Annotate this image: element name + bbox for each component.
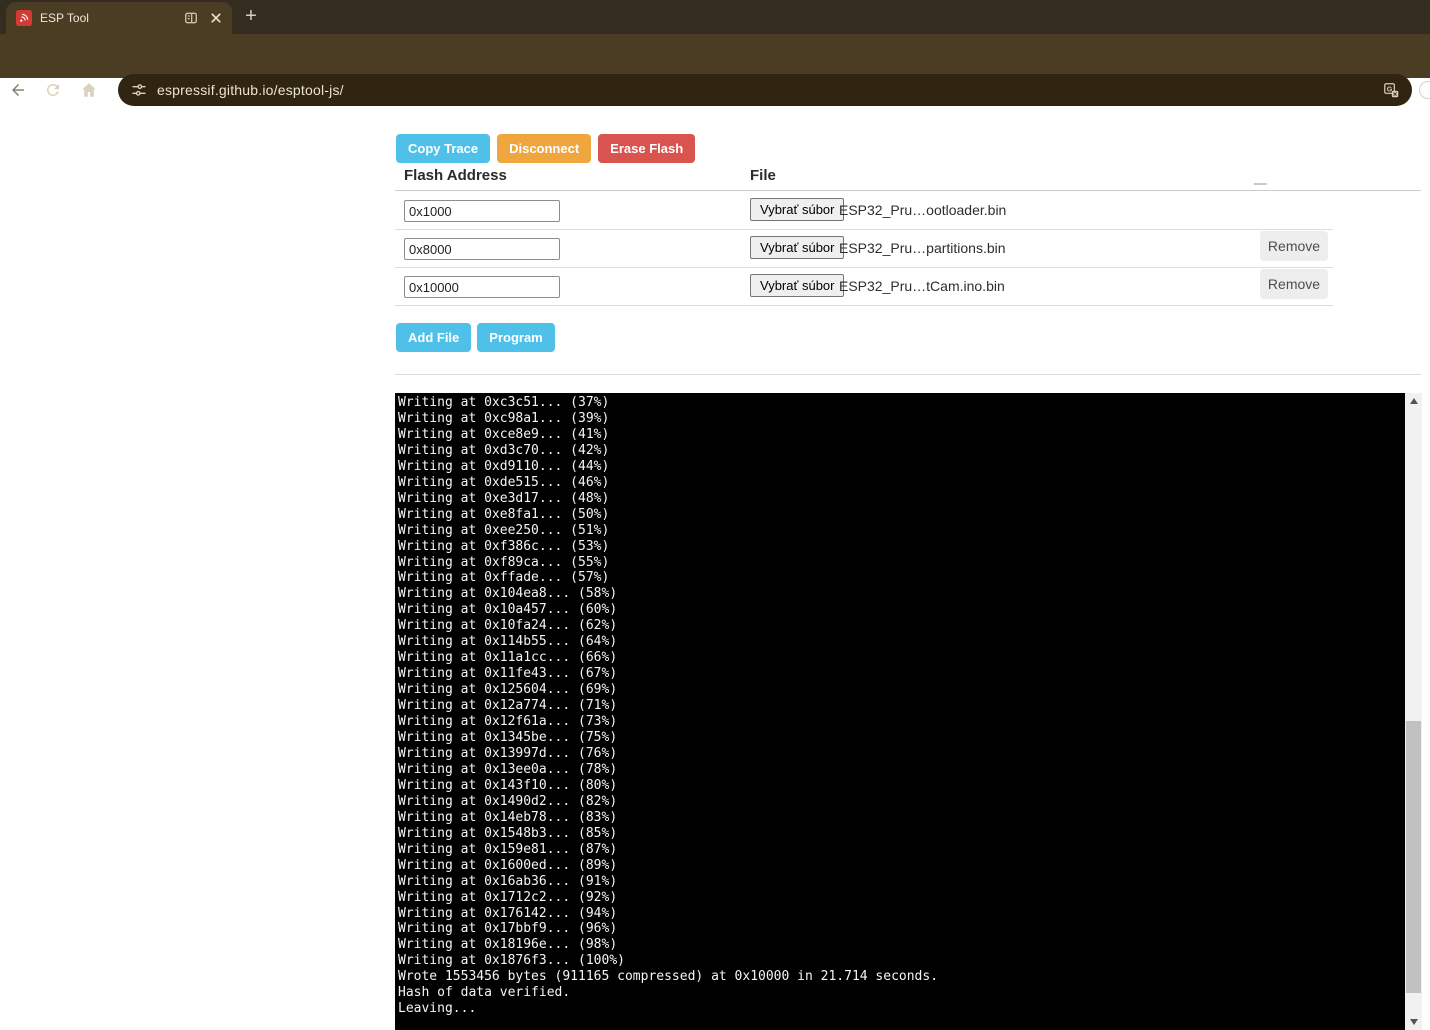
home-icon[interactable] <box>80 81 98 99</box>
column-header-file: File <box>750 167 776 184</box>
row-divider <box>395 305 1333 306</box>
section-divider <box>395 374 1421 375</box>
remove-file-button[interactable]: Remove <box>1260 231 1328 261</box>
translate-icon[interactable]: G <box>1383 82 1400 99</box>
browser-toolbar: espressif.github.io/esptool-js/ G <box>0 34 1430 78</box>
column-header-flash-address: Flash Address <box>404 167 507 184</box>
copy-trace-button[interactable]: Copy Trace <box>396 134 490 163</box>
espressif-favicon-icon <box>16 10 32 26</box>
scrollbar-thumb[interactable] <box>1406 721 1421 993</box>
profile-icon[interactable] <box>1419 81 1430 99</box>
flash-address-input[interactable] <box>404 238 560 260</box>
add-file-button[interactable]: Add File <box>396 323 471 352</box>
scroll-down-icon[interactable] <box>1405 1014 1422 1030</box>
tab-title: ESP Tool <box>40 11 183 25</box>
table-row: Vybrať súbor ESP32_Pru…ootloader.bin <box>395 191 1421 229</box>
top-action-row: Copy Trace Disconnect Erase Flash <box>396 134 695 163</box>
url-text[interactable]: espressif.github.io/esptool-js/ <box>157 82 1383 98</box>
tab-organize-icon[interactable] <box>183 10 199 26</box>
back-icon[interactable] <box>9 81 27 99</box>
browser-tab[interactable]: ESP Tool <box>6 2 232 34</box>
remove-file-button[interactable]: Remove <box>1260 269 1328 299</box>
scroll-up-icon[interactable] <box>1405 393 1422 409</box>
table-row: Vybrať súbor ESP32_Pru…tCam.ino.bin Remo… <box>395 267 1421 305</box>
file-name: ESP32_Pru…tCam.ino.bin <box>839 278 1005 294</box>
browser-tab-bar: ESP Tool + <box>0 0 1430 34</box>
table-row: Vybrať súbor ESP32_Pru…partitions.bin Re… <box>395 229 1421 267</box>
empty-column-dash <box>1254 183 1267 185</box>
file-name: ESP32_Pru…partitions.bin <box>839 240 1006 256</box>
choose-file-button[interactable]: Vybrať súbor <box>750 198 844 221</box>
flash-address-input[interactable] <box>404 200 560 222</box>
bottom-action-row: Add File Program <box>396 323 555 352</box>
terminal-output: Writing at 0xc3c51... (37%) Writing at 0… <box>395 393 1403 1030</box>
flash-address-input[interactable] <box>404 276 560 298</box>
address-bar[interactable]: espressif.github.io/esptool-js/ G <box>118 74 1412 106</box>
file-name: ESP32_Pru…ootloader.bin <box>839 202 1006 218</box>
choose-file-button[interactable]: Vybrať súbor <box>750 236 844 259</box>
choose-file-button[interactable]: Vybrať súbor <box>750 274 844 297</box>
site-info-icon[interactable] <box>131 82 147 98</box>
terminal-console: Writing at 0xc3c51... (37%) Writing at 0… <box>395 393 1422 1030</box>
erase-flash-button[interactable]: Erase Flash <box>598 134 695 163</box>
tab-close-icon[interactable] <box>207 9 225 27</box>
browser-chrome: ESP Tool + <box>0 0 1430 78</box>
refresh-icon[interactable] <box>44 81 62 99</box>
screen: ESP Tool + <box>0 0 1430 1030</box>
terminal-scrollbar[interactable] <box>1405 393 1422 1030</box>
program-button[interactable]: Program <box>477 323 554 352</box>
new-tab-button[interactable]: + <box>240 6 262 28</box>
disconnect-button[interactable]: Disconnect <box>497 134 591 163</box>
